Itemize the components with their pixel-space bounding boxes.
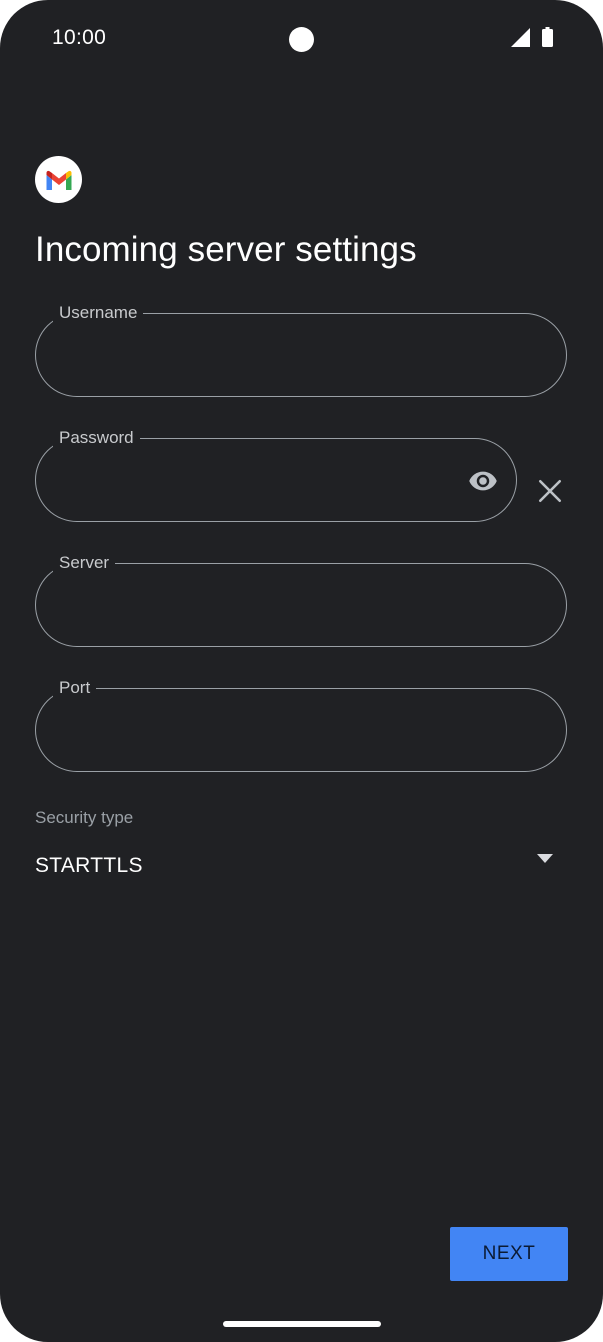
- signal-icon: [511, 27, 530, 47]
- phone-screen: 10:00 Incoming server settings Username …: [0, 0, 603, 1342]
- security-type-dropdown[interactable]: STARTTLS: [35, 842, 567, 890]
- close-icon[interactable]: [537, 478, 563, 504]
- home-indicator[interactable]: [223, 1321, 381, 1327]
- gmail-logo: [35, 156, 82, 203]
- username-field[interactable]: Username: [35, 303, 567, 397]
- security-type-value: STARTTLS: [35, 854, 143, 877]
- dropdown-arrow-icon: [537, 854, 553, 863]
- password-field[interactable]: Password: [35, 428, 517, 522]
- status-time: 10:00: [52, 26, 107, 49]
- port-input[interactable]: [60, 689, 542, 771]
- server-input[interactable]: [60, 564, 542, 646]
- next-button[interactable]: NEXT: [450, 1227, 568, 1281]
- password-input[interactable]: [60, 439, 452, 521]
- status-bar: 10:00: [0, 0, 603, 76]
- battery-icon: [542, 27, 553, 47]
- port-field[interactable]: Port: [35, 678, 567, 772]
- status-icons: [511, 27, 553, 47]
- gmail-logo-icon: [46, 170, 71, 190]
- page-title: Incoming server settings: [35, 230, 417, 269]
- front-camera: [289, 27, 314, 52]
- eye-icon[interactable]: [466, 466, 500, 496]
- security-type-label: Security type: [35, 808, 134, 827]
- server-field[interactable]: Server: [35, 553, 567, 647]
- username-input[interactable]: [60, 314, 542, 396]
